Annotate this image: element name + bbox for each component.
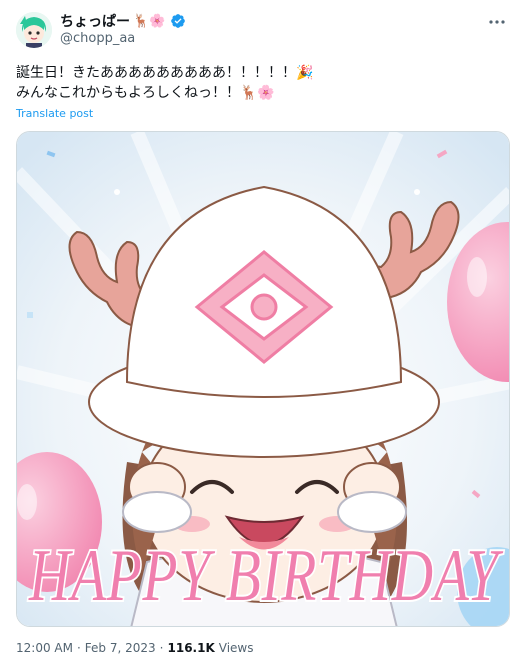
tweet-text: 誕生日！きたあああああああああ！！！！！🎉 みんなこれからもよろしくねっ！！🦌🌸 bbox=[16, 63, 506, 103]
author-display-name[interactable]: ちょっぱー bbox=[60, 11, 130, 31]
author-name-row[interactable]: ちょっぱー 🦌🌸 bbox=[60, 11, 186, 31]
post-time[interactable]: 12:00 AM bbox=[16, 641, 73, 655]
tweet-card: ちょっぱー 🦌🌸 @chopp_aa 誕生日！きたあああああああああ！！！！！🎉… bbox=[0, 0, 521, 668]
author-handle[interactable]: @chopp_aa bbox=[60, 31, 135, 46]
translate-post-link[interactable]: Translate post bbox=[16, 107, 93, 120]
meta-separator: · bbox=[76, 641, 81, 655]
verified-badge-icon bbox=[171, 14, 186, 28]
tweet-media-image[interactable]: HAPPY BIRTHDAY bbox=[16, 131, 510, 627]
tweet-meta: 12:00 AM · Feb 7, 2023 · 116.1K Views bbox=[16, 641, 254, 655]
meta-separator: · bbox=[159, 641, 164, 655]
happy-birthday-banner: HAPPY BIRTHDAY bbox=[28, 535, 503, 617]
more-options-button[interactable] bbox=[485, 12, 509, 32]
tweet-text-line-2: みんなこれからもよろしくねっ！！🦌🌸 bbox=[16, 85, 275, 101]
post-date[interactable]: Feb 7, 2023 bbox=[85, 641, 156, 655]
avatar-illustration bbox=[16, 12, 52, 48]
tweet-text-line-1: 誕生日！きたあああああああああ！！！！！🎉 bbox=[16, 65, 314, 81]
views-count: 116.1K bbox=[167, 641, 215, 655]
more-horizontal-icon bbox=[489, 20, 505, 24]
author-name-emojis: 🦌🌸 bbox=[133, 13, 166, 29]
views-label: Views bbox=[218, 641, 254, 655]
avatar[interactable] bbox=[16, 12, 52, 48]
birthday-illustration: HAPPY BIRTHDAY bbox=[17, 132, 509, 626]
